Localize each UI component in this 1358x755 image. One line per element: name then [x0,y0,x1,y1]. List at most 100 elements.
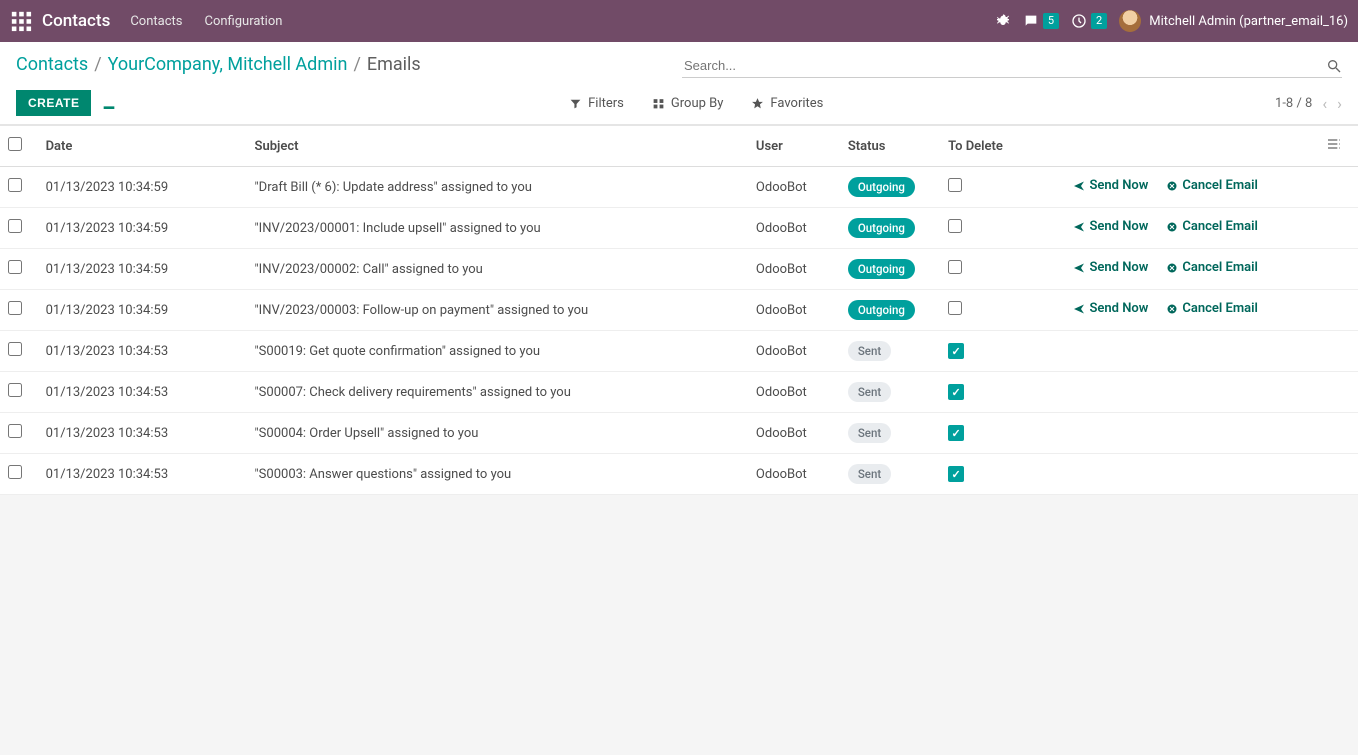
search-bar [682,54,1342,78]
cell-subject: "Draft Bill (* 6): Update address" assig… [247,167,748,208]
row-checkbox[interactable] [8,219,22,233]
activities-icon[interactable]: 2 [1071,13,1107,29]
table-row[interactable]: 01/13/2023 10:34:59"INV/2023/00003: Foll… [0,290,1358,331]
breadcrumb-current: Emails [367,54,421,75]
control-panel: Contacts / YourCompany, Mitchell Admin /… [0,42,1358,125]
send-now-button[interactable]: Send Now [1073,219,1148,234]
col-subject[interactable]: Subject [247,126,748,167]
row-checkbox[interactable] [8,383,22,397]
col-status[interactable]: Status [840,126,940,167]
table-row[interactable]: 01/13/2023 10:34:59"INV/2023/00001: Incl… [0,208,1358,249]
cell-subject: "INV/2023/00003: Follow-up on payment" a… [247,290,748,331]
col-to-delete[interactable]: To Delete [940,126,1065,167]
messages-icon[interactable]: 5 [1023,13,1059,29]
cell-date: 01/13/2023 10:34:53 [38,331,247,372]
cell-trailing [1285,372,1358,413]
cell-date: 01/13/2023 10:34:53 [38,413,247,454]
cancel-email-button[interactable]: Cancel Email [1166,260,1258,275]
cell-to-delete [940,167,1065,208]
pager-text[interactable]: 1-8 / 8 [1275,96,1312,111]
col-user[interactable]: User [748,126,840,167]
favorites-label: Favorites [770,96,823,111]
apps-icon[interactable] [10,10,32,32]
create-button[interactable]: CREATE [16,90,91,116]
breadcrumb-contacts[interactable]: Contacts [16,54,88,75]
app-brand[interactable]: Contacts [42,11,110,31]
options-icon[interactable] [1326,136,1342,152]
table-row[interactable]: 01/13/2023 10:34:53"S00007: Check delive… [0,372,1358,413]
pager-next[interactable]: › [1337,94,1342,113]
cell-status: Sent [840,331,940,372]
to-delete-checked[interactable] [948,425,964,441]
breadcrumb-sep: / [94,54,101,75]
user-menu[interactable]: Mitchell Admin (partner_email_16) [1149,14,1348,29]
table-row[interactable]: 01/13/2023 10:34:59"Draft Bill (* 6): Up… [0,167,1358,208]
debug-icon[interactable] [995,13,1011,29]
to-delete-checkbox[interactable] [948,260,962,274]
cell-status: Sent [840,372,940,413]
to-delete-checkbox[interactable] [948,301,962,315]
to-delete-checkbox[interactable] [948,219,962,233]
cancel-email-button[interactable]: Cancel Email [1166,301,1258,316]
pager-prev[interactable]: ‹ [1322,94,1327,113]
status-badge: Outgoing [848,177,915,197]
status-badge: Sent [848,423,891,443]
nav-link-configuration[interactable]: Configuration [204,14,282,29]
cell-user: OdooBot [748,454,840,495]
row-checkbox[interactable] [8,178,22,192]
to-delete-checked[interactable] [948,343,964,359]
filters-label: Filters [588,96,624,111]
row-checkbox[interactable] [8,301,22,315]
cell-date: 01/13/2023 10:34:59 [38,249,247,290]
cell-trailing [1285,167,1358,208]
status-badge: Outgoing [848,300,915,320]
cell-user: OdooBot [748,413,840,454]
import-button[interactable] [101,95,117,111]
col-date[interactable]: Date [38,126,247,167]
to-delete-checkbox[interactable] [948,178,962,192]
groupby-button[interactable]: Group By [652,96,724,111]
pager: 1-8 / 8 ‹ › [1275,94,1342,113]
cancel-email-button[interactable]: Cancel Email [1166,178,1258,193]
cell-actions [1065,454,1284,495]
cell-actions [1065,413,1284,454]
cell-actions: Send Now Cancel Email [1065,167,1284,208]
to-delete-checked[interactable] [948,384,964,400]
to-delete-checked[interactable] [948,466,964,482]
messages-badge: 5 [1043,13,1059,29]
filters-button[interactable]: Filters [569,96,624,111]
cell-status: Sent [840,454,940,495]
cell-status: Outgoing [840,167,940,208]
row-checkbox[interactable] [8,424,22,438]
table-header-row: Date Subject User Status To Delete [0,126,1358,167]
status-badge: Sent [848,341,891,361]
send-now-button[interactable]: Send Now [1073,301,1148,316]
breadcrumb-sep: / [353,54,360,75]
send-now-button[interactable]: Send Now [1073,260,1148,275]
cancel-email-button[interactable]: Cancel Email [1166,219,1258,234]
select-all-checkbox[interactable] [8,137,22,151]
table-row[interactable]: 01/13/2023 10:34:53"S00003: Answer quest… [0,454,1358,495]
breadcrumb-partner[interactable]: YourCompany, Mitchell Admin [108,54,348,75]
nav-link-contacts[interactable]: Contacts [130,14,182,29]
cell-subject: "S00003: Answer questions" assigned to y… [247,454,748,495]
emails-table: Date Subject User Status To Delete 01/13… [0,126,1358,495]
favorites-button[interactable]: Favorites [751,96,823,111]
avatar[interactable] [1119,10,1141,32]
empty-area [0,495,1358,755]
cell-actions: Send Now Cancel Email [1065,290,1284,331]
table-row[interactable]: 01/13/2023 10:34:59"INV/2023/00002: Call… [0,249,1358,290]
cell-to-delete [940,290,1065,331]
row-checkbox[interactable] [8,342,22,356]
cell-actions: Send Now Cancel Email [1065,249,1284,290]
table-row[interactable]: 01/13/2023 10:34:53"S00019: Get quote co… [0,331,1358,372]
row-checkbox[interactable] [8,260,22,274]
row-checkbox[interactable] [8,465,22,479]
search-input[interactable] [682,54,1326,77]
cell-status: Outgoing [840,290,940,331]
table-row[interactable]: 01/13/2023 10:34:53"S00004: Order Upsell… [0,413,1358,454]
col-options [1285,126,1358,167]
search-icon[interactable] [1326,58,1342,74]
groupby-label: Group By [671,96,724,111]
send-now-button[interactable]: Send Now [1073,178,1148,193]
